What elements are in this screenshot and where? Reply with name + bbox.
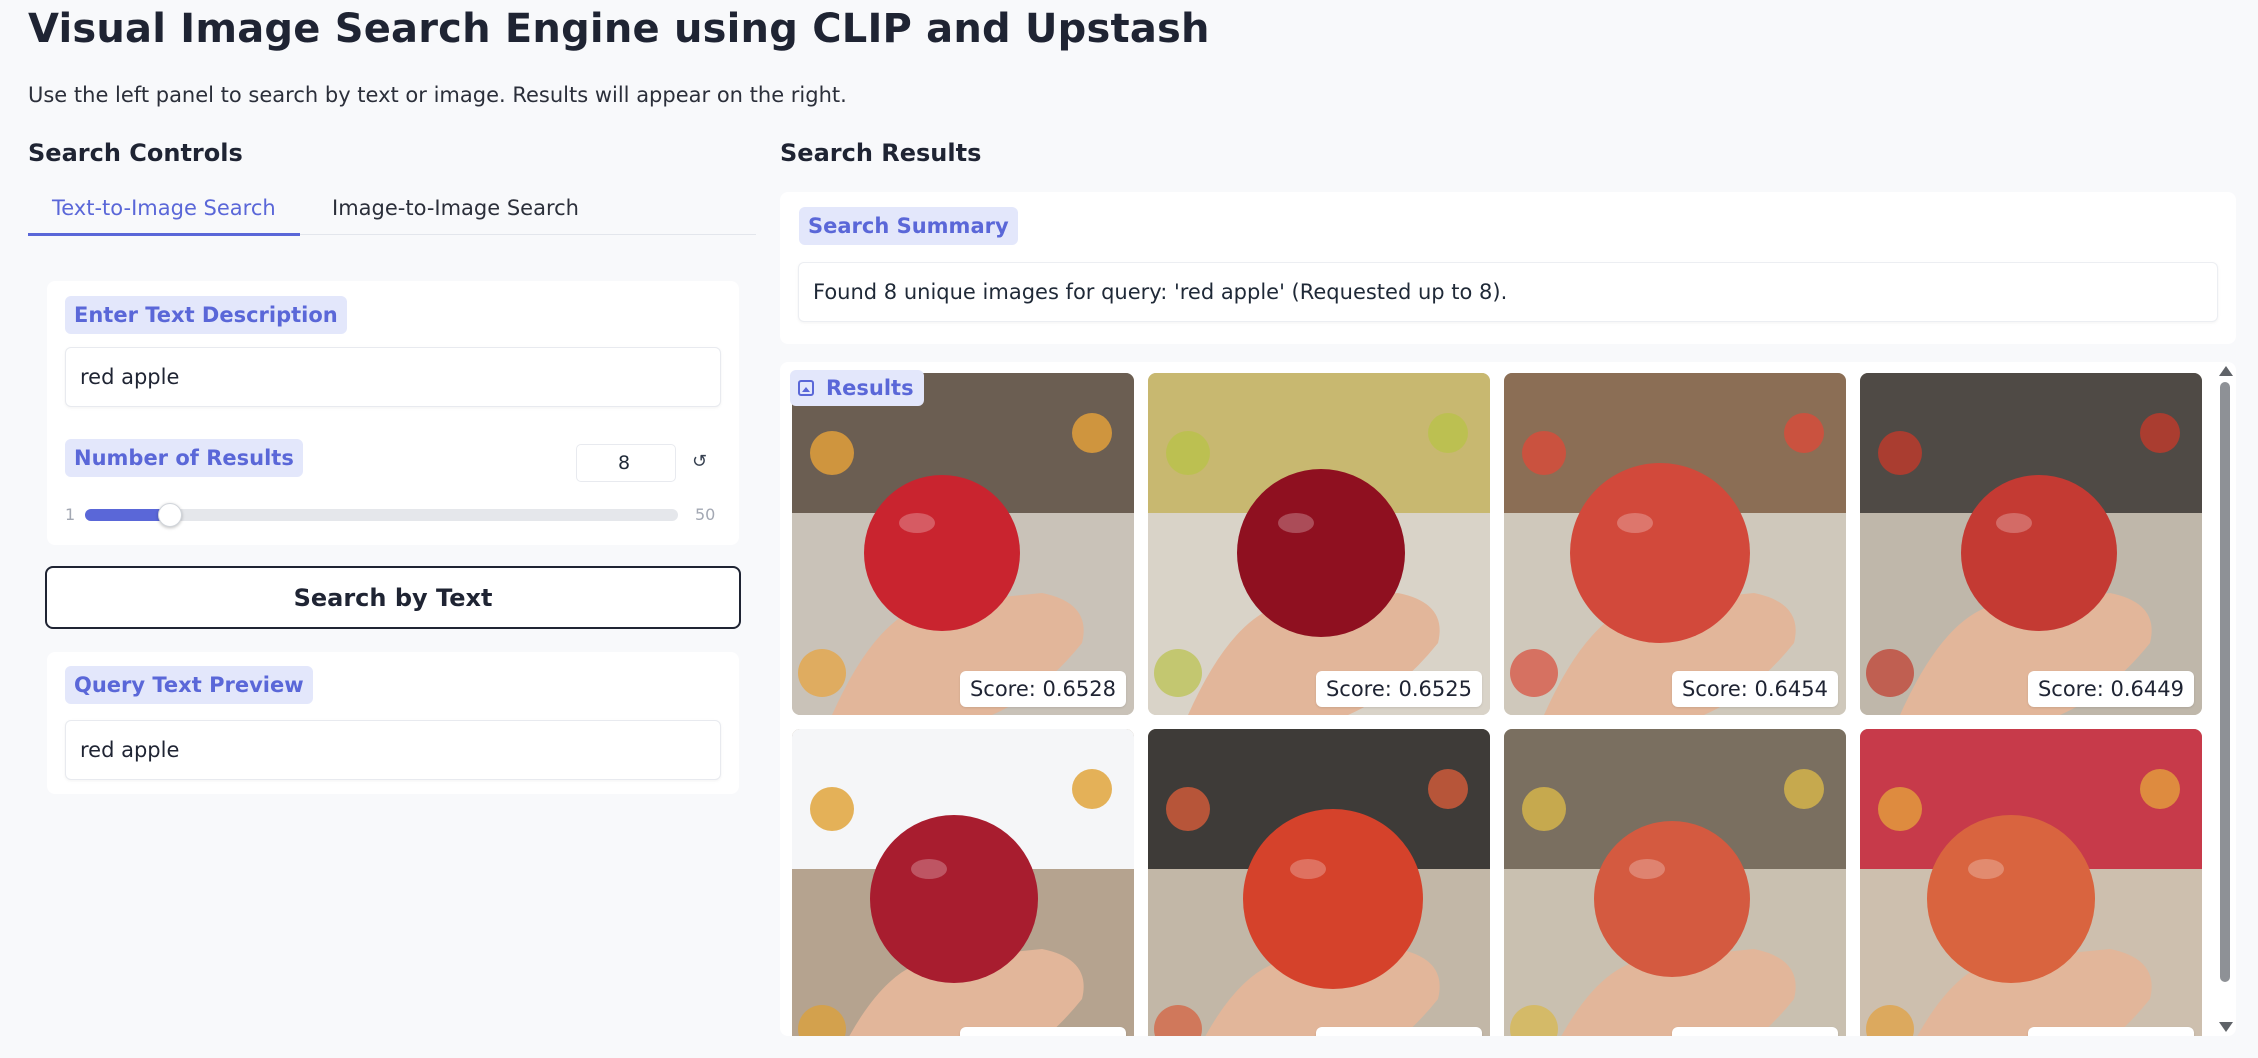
result-image[interactable]: Score: 0.6525 <box>1148 373 1490 715</box>
apple-photo-icon <box>1504 373 1846 715</box>
text-description-input[interactable]: red apple <box>65 347 721 407</box>
text-description-label: Enter Text Description <box>65 296 347 334</box>
result-score: Score: 0.6449 <box>2027 671 2194 707</box>
apple-photo-icon <box>792 373 1134 715</box>
reset-icon[interactable]: ↺ <box>692 451 707 472</box>
image-icon <box>798 380 814 396</box>
result-score: Score: 0.6525 <box>1315 671 1482 707</box>
scroll-down-arrow-icon[interactable] <box>2219 1022 2233 1032</box>
search-summary-text: Found 8 unique images for query: 'red ap… <box>798 262 2218 322</box>
apple-photo-icon <box>1148 373 1490 715</box>
search-summary-label: Search Summary <box>799 207 1018 245</box>
query-preview-label: Query Text Preview <box>65 666 313 704</box>
tab-image-to-image[interactable]: Image-to-Image Search <box>332 196 579 235</box>
scrollbar-thumb[interactable] <box>2220 382 2230 982</box>
slider-min-label: 1 <box>65 505 76 524</box>
apple-photo-icon <box>1148 729 1490 1036</box>
query-preview-panel: Query Text Preview red apple <box>47 652 739 794</box>
result-score: Score: 0.6454 <box>1671 671 1838 707</box>
results-slider-thumb[interactable] <box>158 503 182 527</box>
apple-photo-icon <box>792 729 1134 1036</box>
slider-max-label: 50 <box>695 505 716 524</box>
results-gallery: Results Score: 0.6528 Score: 0.6525 Score:… <box>780 362 2236 1036</box>
apple-photo-icon <box>1860 729 2202 1036</box>
search-controls-heading: Search Controls <box>28 139 243 167</box>
result-score: Score: 0.6433 <box>2027 1027 2194 1036</box>
result-score: Score: 0.6434 <box>1315 1027 1482 1036</box>
page-title: Visual Image Search Engine using CLIP an… <box>28 6 1210 52</box>
apple-photo-icon <box>1860 373 2202 715</box>
result-image[interactable]: Score: 0.6528 <box>792 373 1134 715</box>
results-label: Results <box>790 370 924 406</box>
query-preview-text: red apple <box>65 720 721 780</box>
text-input-panel: Enter Text Description red apple Number … <box>47 281 739 545</box>
number-of-results-label: Number of Results <box>65 439 303 477</box>
result-image[interactable]: Score: 0.6449 <box>1860 373 2202 715</box>
scroll-up-arrow-icon[interactable] <box>2219 366 2233 376</box>
apple-photo-icon <box>1504 729 1846 1036</box>
search-by-text-button[interactable]: Search by Text <box>45 566 741 629</box>
result-image[interactable]: Score: 0.6454 <box>1504 373 1846 715</box>
gallery-scrollbar[interactable] <box>2214 362 2236 1036</box>
results-label-text: Results <box>826 376 914 400</box>
page-subtitle: Use the left panel to search by text or … <box>28 83 847 107</box>
result-score: Score: 0.6433 <box>1671 1027 1838 1036</box>
result-score: Score: 0.6528 <box>959 671 1126 707</box>
search-results-heading: Search Results <box>780 139 982 167</box>
result-score: Score: 0.6443 <box>959 1027 1126 1036</box>
search-summary-panel: Search Summary Found 8 unique images for… <box>780 192 2236 344</box>
result-image[interactable]: Score: 0.6434 <box>1148 729 1490 1036</box>
number-of-results-input[interactable]: 8 <box>576 444 676 482</box>
result-image[interactable]: Score: 0.6443 <box>792 729 1134 1036</box>
tab-text-to-image[interactable]: Text-to-Image Search <box>28 196 300 236</box>
result-image[interactable]: Score: 0.6433 <box>1504 729 1846 1036</box>
search-tabs: Text-to-Image Search Image-to-Image Sear… <box>28 190 756 236</box>
result-image[interactable]: Score: 0.6433 <box>1860 729 2202 1036</box>
